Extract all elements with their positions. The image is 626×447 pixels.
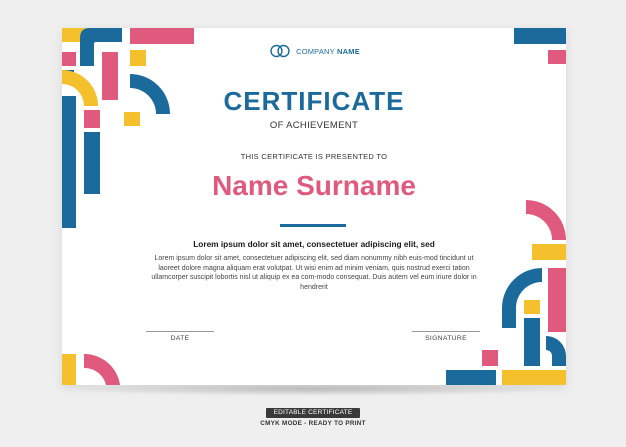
deco-br-blue-column bbox=[524, 318, 540, 366]
deco-bl-yellow-bar bbox=[62, 354, 76, 385]
deco-bl-pink-arc bbox=[84, 353, 120, 385]
certificate-subtitle: OF ACHIEVEMENT bbox=[269, 120, 359, 131]
certificate-title: CERTIFICATE bbox=[223, 86, 405, 116]
deco-tr-blue-bar bbox=[514, 28, 566, 44]
company-name: COMPANY NAME bbox=[296, 47, 360, 56]
deco-br-pink-tall bbox=[548, 268, 566, 332]
date-line bbox=[146, 331, 214, 332]
deco-br-yellow-small bbox=[524, 300, 540, 314]
name-underline bbox=[280, 224, 346, 227]
presented-to-text: THIS CERTIFICATE IS PRESENTED TO bbox=[240, 152, 388, 161]
lead-text: Lorem ipsum dolor sit amet, consectetuer… bbox=[193, 239, 435, 249]
cmyk-mode-text: CMYK MODE - READY TO PRINT bbox=[260, 420, 366, 427]
geometric-border-decoration bbox=[62, 28, 566, 385]
deco-br-blue-base bbox=[446, 370, 496, 385]
interlocking-rings-icon bbox=[270, 44, 290, 58]
certificate-card: COMPANY NAME CERTIFICATE OF ACHIEVEMENT … bbox=[62, 28, 566, 385]
deco-br-pink-arc-top bbox=[526, 200, 566, 240]
deco-br-yellow-base bbox=[502, 370, 566, 385]
signature-line bbox=[412, 331, 480, 332]
recipient-name: Name Surname bbox=[212, 170, 416, 201]
deco-br-pink-square bbox=[482, 350, 498, 366]
company-logo: COMPANY NAME bbox=[62, 44, 566, 58]
body-text: Lorem ipsum dolor sit amet, consectetuer… bbox=[151, 255, 477, 291]
deco-tl-pink-bar bbox=[130, 28, 194, 44]
company-name-regular: COMPANY bbox=[296, 46, 335, 56]
date-label: DATE bbox=[170, 335, 190, 342]
signature-label: SIGNATURE bbox=[425, 335, 467, 342]
editable-certificate-badge: EDITABLE CERTIFICATE bbox=[266, 408, 360, 418]
deco-br-blue-hook bbox=[546, 336, 566, 366]
company-name-bold: NAME bbox=[337, 46, 360, 56]
